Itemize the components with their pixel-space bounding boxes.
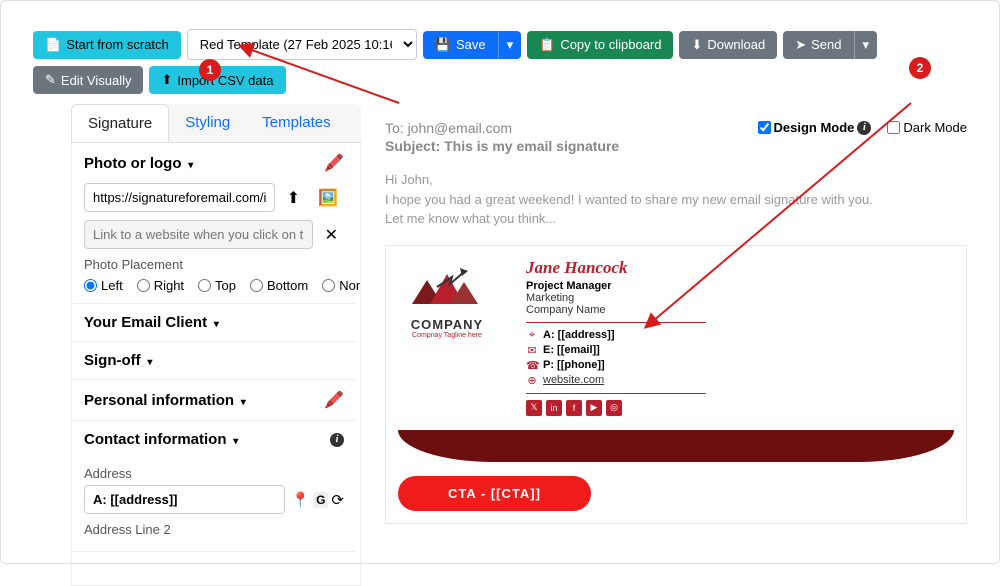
section-contact-info[interactable]: Contact information ▾i	[84, 431, 344, 448]
highlighter-icon[interactable]: 🖍️	[324, 390, 344, 410]
preview-panel: To: john@email.com Subject: This is my e…	[385, 104, 967, 586]
sig-address: A: [[address]]	[543, 329, 615, 341]
info-icon[interactable]: i	[330, 433, 344, 447]
chevron-down-icon: ▾	[211, 319, 219, 330]
copy-label: Copy to clipboard	[560, 37, 661, 52]
save-button[interactable]: 💾 Save	[423, 31, 498, 59]
download-icon: ⬇	[691, 37, 702, 53]
template-select[interactable]: Red Template (27 Feb 2025 10:16 AM)	[187, 29, 417, 60]
start-label: Start from scratch	[66, 37, 169, 52]
sig-website[interactable]: website.com	[543, 374, 604, 386]
import-label: Import CSV data	[177, 73, 273, 88]
placement-bottom[interactable]: Bottom	[250, 278, 308, 293]
upload-icon: ⬆	[161, 72, 172, 88]
send-dropdown-button[interactable]: ▾	[854, 31, 878, 59]
preview-to: To: john@email.com	[385, 120, 619, 136]
save-label: Save	[456, 37, 486, 52]
download-button[interactable]: ⬇ Download	[679, 31, 777, 59]
section-email-client[interactable]: Your Email Client ▾	[84, 314, 344, 331]
globe-icon: ⊕	[526, 374, 538, 387]
tab-templates[interactable]: Templates	[246, 104, 346, 142]
section-photo-header[interactable]: Photo or logo ▾ 🖍️	[84, 153, 344, 173]
annotation-marker-2: 2	[909, 57, 931, 79]
left-panel: Signature Styling Templates Photo or log…	[71, 104, 361, 586]
placement-none[interactable]: None	[322, 278, 361, 293]
save-icon: 💾	[435, 37, 451, 53]
preview-body: Hi John, I hope you had a great weekend!…	[385, 170, 967, 229]
pin-icon: ⌖	[526, 329, 538, 342]
send-label: Send	[811, 37, 841, 52]
toolbar: 📄 Start from scratch Red Template (27 Fe…	[1, 1, 999, 104]
chevron-down-icon: ▾	[185, 160, 193, 171]
edit-visually-button[interactable]: ✎ Edit Visually	[33, 66, 143, 94]
sig-name: Jane Hancock	[526, 258, 706, 278]
highlighter-icon[interactable]: 🖍️	[324, 153, 344, 173]
chevron-down-icon: ▾	[145, 357, 153, 368]
tabs-bar: Signature Styling Templates	[71, 104, 361, 143]
placement-right[interactable]: Right	[137, 278, 184, 293]
copy-button[interactable]: 📋 Copy to clipboard	[527, 31, 673, 59]
map-pin-icon[interactable]: 📍	[291, 491, 310, 509]
facebook-icon[interactable]: f	[566, 400, 582, 416]
info-icon[interactable]: i	[857, 121, 871, 135]
tab-styling[interactable]: Styling	[169, 104, 246, 142]
email-icon: ✉	[526, 344, 538, 357]
x-icon[interactable]: 𝕏	[526, 400, 542, 416]
logo-company-text: COMPANY	[402, 317, 492, 332]
phone-icon: ☎	[526, 359, 538, 372]
sig-email: E: [[email]]	[543, 344, 600, 356]
file-icon: 📄	[45, 37, 61, 53]
photo-link-input[interactable]	[84, 220, 313, 249]
design-mode-toggle[interactable]: Design Mode i	[758, 120, 872, 135]
section-personal-info[interactable]: Personal information ▾🖍️	[84, 390, 344, 410]
sig-dept: Marketing	[526, 292, 706, 304]
photo-url-input[interactable]	[84, 183, 275, 212]
close-icon[interactable]: ✕	[319, 221, 344, 249]
upload-image-icon[interactable]: ⬆	[281, 184, 306, 212]
signature-preview: COMPANY Compnay Tagline here Jane Hancoc…	[385, 245, 967, 524]
youtube-icon[interactable]: ▶	[586, 400, 602, 416]
linkedin-icon[interactable]: in	[546, 400, 562, 416]
tab-signature[interactable]: Signature	[71, 104, 169, 142]
address2-label: Address Line 2	[84, 522, 344, 537]
refresh-icon[interactable]: ⟳	[331, 491, 344, 509]
image-icon[interactable]: 🖼️	[312, 184, 344, 212]
logo-tagline: Compnay Tagline here	[402, 332, 492, 339]
dark-mode-toggle[interactable]: Dark Mode	[887, 120, 967, 135]
mountain-logo-icon	[402, 262, 492, 312]
address-input[interactable]	[84, 485, 285, 514]
clipboard-icon: 📋	[539, 37, 555, 53]
annotation-marker-1: 1	[199, 59, 221, 81]
download-label: Download	[707, 37, 765, 52]
chevron-down-icon: ▾	[238, 397, 246, 408]
section-photo-title: Photo or logo	[84, 155, 181, 172]
send-button[interactable]: ➤ Send	[783, 31, 853, 59]
save-dropdown-button[interactable]: ▾	[498, 31, 522, 59]
start-from-scratch-button[interactable]: 📄 Start from scratch	[33, 31, 181, 59]
chevron-down-icon: ▾	[231, 436, 239, 447]
edit-icon: ✎	[45, 72, 56, 88]
cta-button[interactable]: CTA - [[CTA]]	[398, 476, 591, 511]
placement-left[interactable]: Left	[84, 278, 123, 293]
section-signoff[interactable]: Sign-off ▾	[84, 352, 344, 369]
sig-title: Project Manager	[526, 280, 706, 292]
placement-radios: Left Right Top Bottom None	[84, 278, 344, 293]
send-icon: ➤	[795, 37, 806, 53]
signature-banner	[398, 430, 954, 462]
signature-logo: COMPANY Compnay Tagline here	[398, 258, 496, 343]
placement-label: Photo Placement	[84, 257, 344, 272]
grammarly-icon[interactable]: G	[313, 492, 328, 508]
address-label: Address	[84, 466, 344, 481]
edit-label: Edit Visually	[61, 73, 132, 88]
social-icons: 𝕏 in f ▶ ◎	[526, 400, 706, 416]
instagram-icon[interactable]: ◎	[606, 400, 622, 416]
placement-top[interactable]: Top	[198, 278, 236, 293]
sig-company: Company Name	[526, 304, 706, 316]
preview-subject: Subject: This is my email signature	[385, 138, 619, 154]
sig-phone: P: [[phone]]	[543, 359, 605, 371]
settings-scroll[interactable]: Photo or logo ▾ 🖍️ ⬆ 🖼️ ✕ Ph	[71, 143, 361, 586]
